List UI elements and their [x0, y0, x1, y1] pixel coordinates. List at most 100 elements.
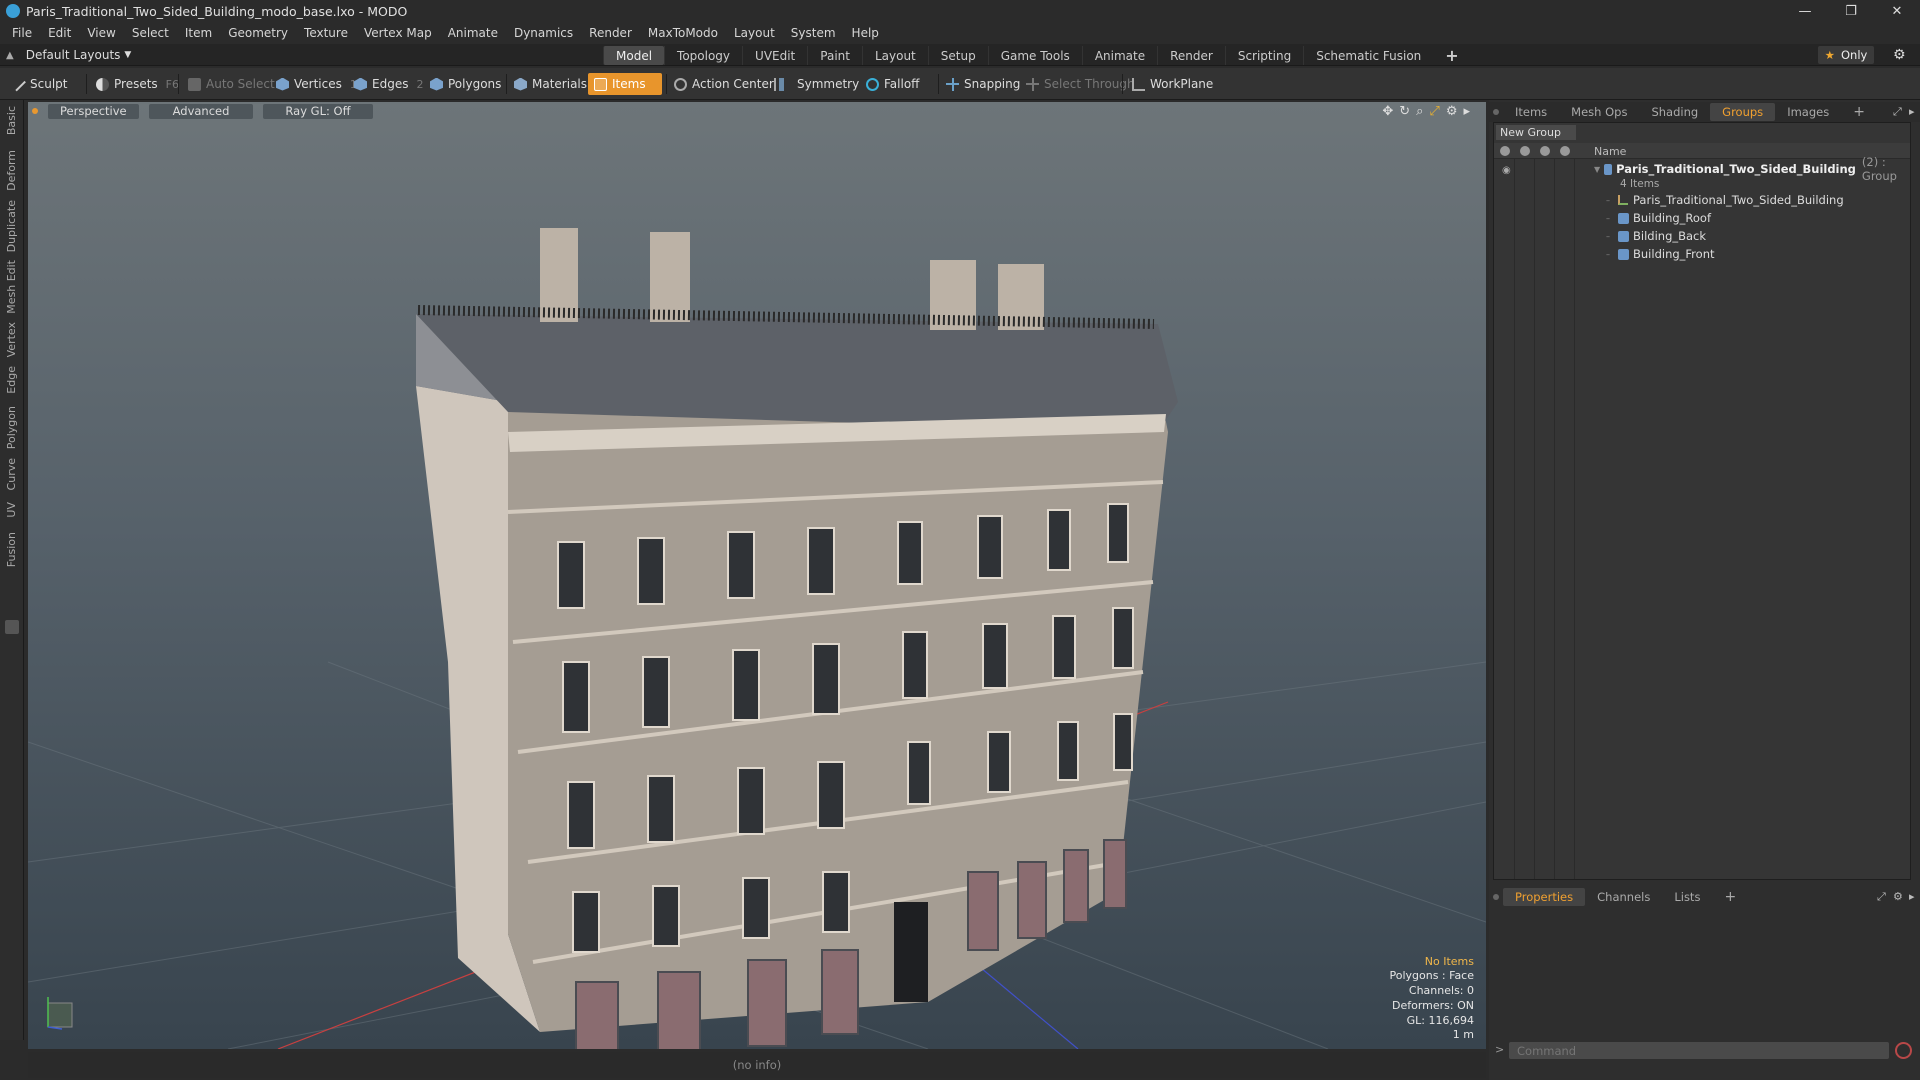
tab-groups[interactable]: Groups: [1710, 103, 1776, 121]
vtab-fusion[interactable]: Fusion: [5, 532, 18, 567]
render-column-icon[interactable]: [1520, 146, 1530, 156]
layout-selector[interactable]: ▲ Default Layouts ▼: [6, 47, 131, 63]
menu-file[interactable]: File: [4, 26, 40, 40]
menu-view[interactable]: View: [79, 26, 123, 40]
group-child-row[interactable]: – Bilding_Back: [1494, 227, 1910, 245]
menu-render[interactable]: Render: [581, 26, 640, 40]
panel-arrow-icon[interactable]: ▸: [1909, 105, 1915, 118]
select-column-icon[interactable]: [1560, 146, 1570, 156]
menu-geometry[interactable]: Geometry: [220, 26, 296, 40]
menu-dynamics[interactable]: Dynamics: [506, 26, 581, 40]
tab-animate[interactable]: Animate: [1081, 46, 1157, 65]
tab-properties[interactable]: Properties: [1503, 888, 1586, 906]
pan-icon[interactable]: ✥: [1382, 104, 1393, 119]
properties-menu-icon[interactable]: [1493, 894, 1499, 900]
3d-viewport[interactable]: Perspective Advanced Ray GL: Off ✥ ↻ ⌕ ⤢…: [28, 102, 1486, 1049]
add-properties-tab-icon[interactable]: +: [1712, 888, 1748, 906]
viewport-settings-icon[interactable]: ⚙: [1446, 104, 1458, 119]
restore-button[interactable]: ❐: [1828, 0, 1874, 22]
vtab-basic[interactable]: Basic: [5, 106, 18, 135]
shading-advanced-button[interactable]: Advanced: [148, 103, 254, 119]
command-history-icon[interactable]: [1895, 1042, 1912, 1059]
menu-select[interactable]: Select: [124, 26, 177, 40]
tab-model[interactable]: Model: [603, 46, 665, 65]
view-perspective-button[interactable]: Perspective: [48, 103, 139, 119]
tab-channels[interactable]: Channels: [1585, 888, 1662, 906]
properties-gear-icon[interactable]: ⚙: [1893, 890, 1903, 903]
add-tab-icon[interactable]: +: [1433, 46, 1470, 65]
tab-lists[interactable]: Lists: [1662, 888, 1712, 906]
tab-setup[interactable]: Setup: [927, 46, 988, 65]
gear-icon[interactable]: ⚙: [1893, 47, 1906, 63]
tab-shading[interactable]: Shading: [1639, 103, 1710, 121]
viewport-expand-icon[interactable]: ▸: [1463, 104, 1470, 119]
vtab-duplicate[interactable]: Duplicate: [5, 200, 18, 252]
add-panel-tab-icon[interactable]: +: [1841, 103, 1877, 121]
rotate-icon[interactable]: ↻: [1399, 104, 1410, 119]
action-center-icon: [674, 77, 687, 91]
vtab-vertex[interactable]: Vertex: [5, 322, 18, 357]
collapse-up-icon[interactable]: ▲: [6, 50, 14, 61]
lock-column-icon[interactable]: [1540, 146, 1550, 156]
new-group-button[interactable]: New Group: [1496, 125, 1576, 140]
fit-icon[interactable]: ⤢: [1429, 104, 1439, 119]
falloff-button[interactable]: Falloff: [860, 73, 925, 95]
panel-menu-icon[interactable]: [1493, 109, 1499, 115]
tab-schematic-fusion[interactable]: Schematic Fusion: [1303, 46, 1433, 65]
tab-layout[interactable]: Layout: [861, 46, 928, 65]
menu-item[interactable]: Item: [177, 26, 220, 40]
materials-button[interactable]: Materials: [508, 73, 593, 95]
group-child-row[interactable]: – Building_Front: [1494, 245, 1910, 263]
group-child-row[interactable]: – Paris_Traditional_Two_Sided_Building: [1494, 191, 1910, 209]
command-input[interactable]: [1509, 1042, 1889, 1059]
snapping-button[interactable]: Snapping: [940, 73, 1026, 95]
tab-render[interactable]: Render: [1157, 46, 1225, 65]
menu-help[interactable]: Help: [844, 26, 887, 40]
action-center-button[interactable]: Action Center: [668, 73, 780, 95]
panel-toggle-icon[interactable]: [5, 620, 19, 634]
menu-system[interactable]: System: [783, 26, 844, 40]
tab-game-tools[interactable]: Game Tools: [987, 46, 1082, 65]
menu-animate[interactable]: Animate: [440, 26, 506, 40]
viewport-menu-icon[interactable]: [32, 108, 38, 114]
menu-vertex-map[interactable]: Vertex Map: [356, 26, 440, 40]
workplane-button[interactable]: WorkPlane: [1126, 73, 1219, 95]
tab-items[interactable]: Items: [1503, 103, 1559, 121]
menu-edit[interactable]: Edit: [40, 26, 79, 40]
menu-layout[interactable]: Layout: [726, 26, 783, 40]
visibility-column-icon[interactable]: [1500, 146, 1510, 156]
raygl-button[interactable]: Ray GL: Off: [263, 103, 373, 119]
zoom-icon[interactable]: ⌕: [1416, 104, 1423, 119]
only-button[interactable]: ★ Only: [1818, 46, 1874, 64]
minimize-button[interactable]: —: [1782, 0, 1828, 22]
expand-arrow-icon[interactable]: ▼: [1594, 165, 1602, 174]
vtab-uv[interactable]: UV: [5, 502, 18, 518]
properties-arrow-icon[interactable]: ▸: [1909, 890, 1915, 903]
vtab-curve[interactable]: Curve: [5, 458, 18, 490]
group-row[interactable]: ◉ ▼ Paris_Traditional_Two_Sided_Building…: [1494, 155, 1910, 183]
vtab-deform[interactable]: Deform: [5, 150, 18, 191]
eye-icon[interactable]: ◉: [1502, 165, 1511, 176]
vtab-edge[interactable]: Edge: [5, 366, 18, 394]
items-button[interactable]: Items: [588, 73, 662, 95]
tab-paint[interactable]: Paint: [807, 46, 862, 65]
tab-images[interactable]: Images: [1775, 103, 1841, 121]
presets-button[interactable]: Presets F6: [90, 73, 185, 95]
edges-button[interactable]: Edges 2: [348, 73, 429, 95]
tab-topology[interactable]: Topology: [664, 46, 742, 65]
close-button[interactable]: ✕: [1874, 0, 1920, 22]
panel-expand-icon[interactable]: ⤢: [1893, 105, 1902, 119]
auto-select-button[interactable]: Auto Select: [182, 73, 281, 95]
tab-mesh-ops[interactable]: Mesh Ops: [1559, 103, 1639, 121]
polygons-button[interactable]: Polygons: [424, 73, 507, 95]
group-child-row[interactable]: – Building_Roof: [1494, 209, 1910, 227]
sculpt-button[interactable]: Sculpt: [6, 73, 73, 95]
tab-scripting[interactable]: Scripting: [1224, 46, 1303, 65]
menu-maxtomodo[interactable]: MaxToModo: [640, 26, 726, 40]
symmetry-button[interactable]: Symmetry: [768, 73, 865, 95]
properties-expand-icon[interactable]: ⤢: [1877, 890, 1886, 904]
vtab-polygon[interactable]: Polygon: [5, 406, 18, 449]
vtab-mesh-edit[interactable]: Mesh Edit: [5, 260, 18, 314]
menu-texture[interactable]: Texture: [296, 26, 356, 40]
tab-uvedit[interactable]: UVEdit: [742, 46, 807, 65]
